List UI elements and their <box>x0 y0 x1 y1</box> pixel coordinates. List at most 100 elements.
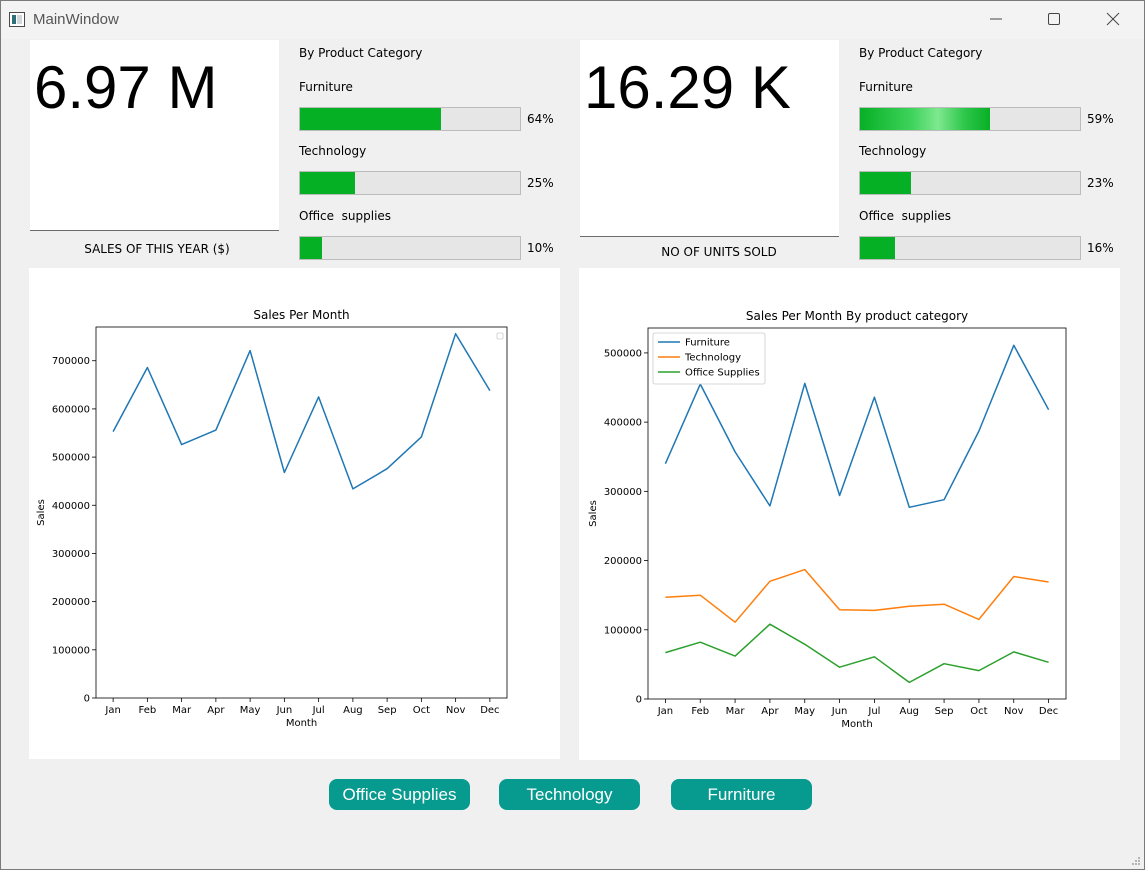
category-chart-xtick-label: Jul <box>867 706 880 717</box>
category-sales-chart: Sales Per Month By product category 0 1000… <box>588 309 1067 730</box>
sales-chart-xtick-label: Nov <box>446 705 466 716</box>
category-chart-legend-label-furniture: Furniture <box>685 338 730 349</box>
sales-chart-xtick-label: Oct <box>413 705 430 716</box>
units-office-supplies-progress <box>859 236 1081 260</box>
sales-technology-progress <box>299 171 521 195</box>
close-button[interactable] <box>1086 1 1144 39</box>
window-title: MainWindow <box>33 11 119 28</box>
maximize-button[interactable] <box>1027 1 1085 39</box>
units-technology-fill <box>860 172 911 194</box>
sales-chart-xtick-label: Sep <box>378 705 397 716</box>
sales-chart-ytick-label: 300000 <box>52 549 90 560</box>
category-chart-xtick-label: Mar <box>726 706 746 717</box>
category-chart-ylabel: Sales <box>588 500 599 527</box>
units-kpi-value: 16.29 K <box>584 54 791 121</box>
resize-grip-icon[interactable] <box>1131 856 1141 866</box>
app-icon <box>9 12 25 27</box>
sales-kpi-caption: SALES OF THIS YEAR ($) <box>84 242 230 256</box>
category-chart-ytick-label: 100000 <box>604 625 642 636</box>
close-icon <box>1106 12 1120 26</box>
sales-per-month-chart: Sales Per Month 0 100000 200000 300000 400000… <box>36 308 508 729</box>
units-furniture-label: Furniture <box>859 80 913 94</box>
category-chart-xtick-label: Aug <box>899 706 919 717</box>
sales-chart-xlabel: Month <box>286 718 317 729</box>
sales-breakdown-title: By Product Category <box>299 46 423 60</box>
units-furniture-percent: 59% <box>1087 112 1114 126</box>
sales-chart-ytick-label: 0 <box>84 694 90 705</box>
sales-chart-ytick-label: 200000 <box>52 597 90 608</box>
units-breakdown-title: By Product Category <box>859 46 983 60</box>
sales-furniture-progress <box>299 107 521 131</box>
sales-technology-fill <box>300 172 355 194</box>
sales-technology-percent: 25% <box>527 176 554 190</box>
sales-furniture-percent: 64% <box>527 112 554 126</box>
units-furniture-progress <box>859 107 1081 131</box>
category-chart-xtick-label: Nov <box>1004 706 1024 717</box>
category-chart-xtick-label: Dec <box>1039 706 1058 717</box>
sales-chart-xtick-label: Apr <box>207 705 225 716</box>
category-chart-xtick-label: Jan <box>657 706 673 717</box>
sales-chart-title: Sales Per Month <box>253 308 349 322</box>
category-chart-ytick-label: 300000 <box>604 487 642 498</box>
maximize-icon <box>1048 13 1060 25</box>
units-technology-label: Technology <box>859 144 927 158</box>
sales-furniture-fill <box>300 108 441 130</box>
sales-chart-xtick-label: Feb <box>139 705 157 716</box>
sales-furniture-label: Furniture <box>299 80 353 94</box>
units-kpi-divider <box>580 236 839 237</box>
technology-button[interactable]: Technology <box>499 779 640 810</box>
units-office-supplies-percent: 16% <box>1087 241 1114 255</box>
sales-chart-ylabel: Sales <box>36 499 47 526</box>
furniture-button[interactable]: Furniture <box>671 779 812 810</box>
sales-chart-series-line-0 <box>112 332 491 490</box>
sales-chart-xtick-label: May <box>240 705 261 716</box>
units-office-supplies-fill <box>860 237 896 259</box>
sales-chart-ytick-label: 600000 <box>52 404 90 415</box>
category-chart-ytick-label: 0 <box>636 695 642 706</box>
sales-kpi-box: 6.97 M <box>30 40 279 230</box>
sales-chart-xtick-label: Jan <box>104 705 120 716</box>
units-kpi-caption: NO OF UNITS SOLD <box>661 245 777 259</box>
category-chart-title: Sales Per Month By product category <box>746 309 968 323</box>
sales-kpi-divider <box>30 230 279 231</box>
sales-chart-xtick-label: Dec <box>480 705 499 716</box>
units-office-supplies-label: Office supplies <box>859 209 952 223</box>
category-chart-legend-label-technology: Technology <box>684 353 741 364</box>
sales-chart-ytick-label: 400000 <box>52 501 90 512</box>
category-chart-xtick-label: Sep <box>935 706 954 717</box>
sales-chart-xtick-label: Jun <box>276 705 293 716</box>
sales-chart-ytick-label: 100000 <box>52 645 90 656</box>
office-supplies-button[interactable]: Office Supplies <box>329 779 470 810</box>
sales-chart-xtick-label: Jul <box>312 705 325 716</box>
units-kpi-box: 16.29 K <box>580 40 839 236</box>
category-chart-series-line-technology <box>665 568 1049 623</box>
sales-chart-ytick-label: 500000 <box>52 453 90 464</box>
category-chart-xlabel: Month <box>841 719 872 730</box>
minimize-icon <box>990 18 1002 20</box>
category-chart-ytick-label: 500000 <box>604 348 642 359</box>
sales-per-month-chart-panel: Sales Per Month 0 100000 200000 300000 400000… <box>29 268 560 759</box>
sales-chart-ytick-label: 700000 <box>52 356 90 367</box>
category-chart-ytick-label: 400000 <box>604 418 642 429</box>
sales-chart-axes-frame <box>95 326 508 699</box>
minimize-button[interactable] <box>969 1 1027 39</box>
category-sales-chart-panel: Sales Per Month By product category 0 1000… <box>579 268 1120 760</box>
sales-chart-xtick-label: Aug <box>343 705 363 716</box>
sales-office-supplies-percent: 10% <box>527 241 554 255</box>
category-chart-xtick-label: Oct <box>970 706 987 717</box>
sales-chart-xtick-label: Mar <box>172 705 192 716</box>
sales-office-supplies-label: Office supplies <box>299 209 392 223</box>
title-bar: MainWindow <box>1 1 1144 39</box>
category-chart-xtick-label: May <box>794 706 815 717</box>
units-furniture-fill <box>860 108 990 130</box>
category-chart-xtick-label: Apr <box>761 706 779 717</box>
sales-office-supplies-progress <box>299 236 521 260</box>
sales-office-supplies-fill <box>300 237 322 259</box>
sales-chart-legend-box <box>496 332 504 340</box>
category-chart-xtick-label: Feb <box>691 706 709 717</box>
main-window: MainWindow 6.97 M SALES OF THIS YEAR ($)… <box>0 0 1145 870</box>
category-chart-legend-label-office-supplies: Office Supplies <box>685 368 760 379</box>
sales-kpi-value: 6.97 M <box>34 54 218 121</box>
category-chart-xtick-label: Jun <box>831 706 848 717</box>
sales-technology-label: Technology <box>299 144 367 158</box>
